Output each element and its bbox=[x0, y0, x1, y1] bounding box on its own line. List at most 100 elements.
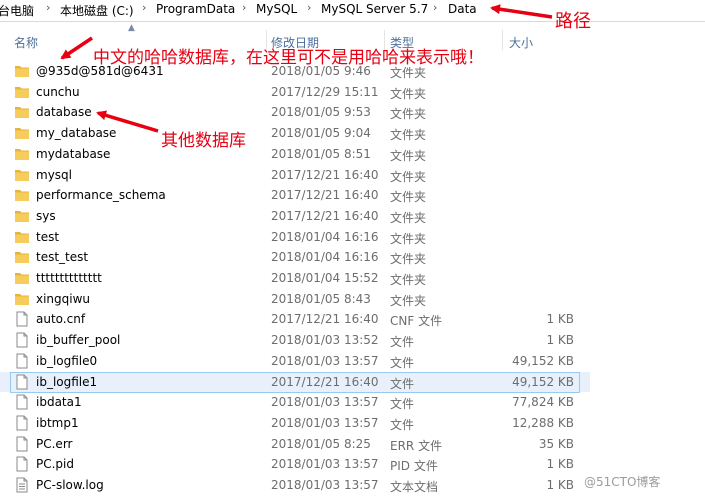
file-row[interactable]: my_database 2018/01/05 9:04 文件夹 bbox=[0, 123, 590, 143]
file-row[interactable]: test 2018/01/04 16:16 文件夹 bbox=[0, 227, 590, 247]
file-icon bbox=[14, 311, 30, 327]
file-row[interactable]: auto.cnf 2017/12/21 16:40 CNF 文件 1 KB bbox=[0, 309, 590, 329]
file-type: 文件夹 bbox=[390, 107, 427, 122]
file-icon bbox=[14, 415, 30, 431]
file-row[interactable]: ib_logfile0 2018/01/03 13:57 文件 49,152 KB bbox=[0, 351, 590, 371]
column-header-name[interactable]: 名称 bbox=[14, 34, 38, 51]
file-icon bbox=[14, 456, 30, 472]
file-type: 文件夹 bbox=[390, 190, 427, 205]
file-name: performance_schema bbox=[36, 188, 166, 203]
file-date: 2018/01/04 16:16 bbox=[271, 250, 379, 265]
file-name: cunchu bbox=[36, 84, 80, 99]
folder-icon bbox=[14, 63, 30, 79]
file-row[interactable]: PC.pid 2018/01/03 13:57 PID 文件 1 KB bbox=[0, 454, 590, 474]
breadcrumb-item-computer[interactable]: 台电脑 bbox=[0, 2, 34, 19]
file-date: 2017/12/21 16:40 bbox=[271, 167, 379, 182]
file-name: PC.err bbox=[36, 436, 73, 451]
file-row[interactable]: PC-slow.log 2018/01/03 13:57 文本文档 1 KB bbox=[0, 475, 590, 495]
file-row[interactable]: mydatabase 2018/01/05 8:51 文件夹 bbox=[0, 144, 590, 164]
folder-icon bbox=[14, 270, 30, 286]
file-type: 文件夹 bbox=[390, 252, 427, 267]
file-row[interactable]: sys 2017/12/21 16:40 文件夹 bbox=[0, 206, 590, 226]
breadcrumb-item-mysql[interactable]: MySQL bbox=[256, 2, 297, 16]
file-size: 77,824 KB bbox=[512, 395, 574, 410]
file-row[interactable]: PC.err 2018/01/05 8:25 ERR 文件 35 KB bbox=[0, 434, 590, 454]
folder-icon bbox=[14, 208, 30, 224]
file-row[interactable]: ibdata1 2018/01/03 13:57 文件 77,824 KB bbox=[0, 392, 590, 412]
file-size: 1 KB bbox=[546, 478, 574, 492]
folder-icon bbox=[14, 249, 30, 265]
file-row[interactable]: test_test 2018/01/04 16:16 文件夹 bbox=[0, 247, 590, 267]
file-name: mysql bbox=[36, 167, 72, 182]
file-type: 文件夹 bbox=[390, 231, 427, 246]
file-name: PC.pid bbox=[36, 457, 74, 472]
file-row[interactable]: mysql 2017/12/21 16:40 文件夹 bbox=[0, 165, 590, 185]
file-size: 1 KB bbox=[546, 312, 574, 327]
file-name: ibtmp1 bbox=[36, 415, 79, 430]
column-header-size[interactable]: 大小 bbox=[509, 34, 533, 51]
file-type: CNF 文件 bbox=[390, 314, 443, 329]
file-date: 2017/12/21 16:40 bbox=[271, 312, 379, 327]
file-row[interactable]: performance_schema 2017/12/21 16:40 文件夹 bbox=[0, 185, 590, 205]
file-date: 2018/01/03 13:57 bbox=[271, 353, 379, 368]
chevron-right-icon[interactable]: › bbox=[142, 1, 146, 14]
breadcrumb-item-local-disk[interactable]: 本地磁盘 (C:) bbox=[60, 2, 134, 19]
file-size: 1 KB bbox=[546, 333, 574, 348]
file-date: 2018/01/04 15:52 bbox=[271, 271, 379, 285]
file-name: PC-slow.log bbox=[36, 478, 104, 492]
file-type: 文件夹 bbox=[390, 128, 427, 143]
chevron-right-icon[interactable]: › bbox=[433, 1, 437, 14]
breadcrumb-item-mysql-server[interactable]: MySQL Server 5.7 bbox=[321, 2, 428, 16]
file-date: 2018/01/03 13:57 bbox=[271, 457, 379, 472]
file-row[interactable]: ib_buffer_pool 2018/01/03 13:52 文件 1 KB bbox=[0, 330, 590, 350]
file-row[interactable]: ibtmp1 2018/01/03 13:57 文件 12,288 KB bbox=[0, 413, 590, 433]
file-type: 文件夹 bbox=[390, 293, 427, 308]
file-icon bbox=[14, 374, 30, 390]
breadcrumb-item-programdata[interactable]: ProgramData bbox=[156, 2, 235, 16]
file-name: ib_logfile0 bbox=[36, 353, 98, 368]
breadcrumb: 台电脑 › 本地磁盘 (C:) › ProgramData › MySQL › … bbox=[0, 0, 705, 22]
folder-icon bbox=[14, 229, 30, 245]
file-name: ibdata1 bbox=[36, 395, 82, 410]
file-date: 2018/01/03 13:57 bbox=[271, 395, 379, 410]
column-divider[interactable] bbox=[502, 30, 503, 50]
file-date: 2018/01/05 9:04 bbox=[271, 126, 371, 141]
folder-icon bbox=[14, 167, 30, 183]
file-icon bbox=[14, 353, 30, 369]
chevron-right-icon[interactable]: › bbox=[242, 1, 246, 14]
file-date: 2017/12/29 15:11 bbox=[271, 84, 379, 99]
sort-ascending-icon: ▲ bbox=[128, 23, 135, 33]
breadcrumb-item-data[interactable]: Data bbox=[448, 2, 477, 16]
file-row-selected[interactable]: ib_logfile1 2017/12/21 16:40 文件 49,152 KB bbox=[0, 371, 590, 393]
chevron-right-icon[interactable]: › bbox=[307, 1, 311, 14]
file-name: my_database bbox=[36, 126, 117, 141]
file-date: 2018/01/05 8:43 bbox=[271, 291, 371, 306]
file-row[interactable]: xingqiwu 2018/01/05 8:43 文件夹 bbox=[0, 289, 590, 309]
file-name: xingqiwu bbox=[36, 291, 91, 306]
folder-icon bbox=[14, 146, 30, 162]
folder-icon bbox=[14, 125, 30, 141]
file-icon bbox=[14, 436, 30, 452]
file-size: 35 KB bbox=[538, 436, 574, 451]
file-type: 文件 bbox=[390, 417, 415, 432]
file-icon bbox=[14, 332, 30, 348]
file-row[interactable]: cunchu 2017/12/29 15:11 文件夹 bbox=[0, 82, 590, 102]
file-type: 文件夹 bbox=[390, 86, 427, 101]
file-date: 2018/01/03 13:57 bbox=[271, 415, 379, 430]
file-row[interactable]: tttttttttttttt 2018/01/04 15:52 文件夹 bbox=[0, 268, 590, 288]
annotation-chinese-db-label: 中文的哈哈数据库，在这里可不是用哈哈来表示哦！ bbox=[93, 48, 484, 68]
folder-icon bbox=[14, 187, 30, 203]
file-name: sys bbox=[36, 208, 56, 223]
file-date: 2017/12/21 16:40 bbox=[271, 188, 379, 203]
file-type: 文件夹 bbox=[390, 273, 427, 287]
file-name: ib_logfile1 bbox=[36, 374, 98, 389]
file-name: database bbox=[36, 105, 92, 120]
file-row[interactable]: database 2018/01/05 9:53 文件夹 bbox=[0, 102, 590, 122]
folder-icon bbox=[14, 84, 30, 100]
file-type: 文件 bbox=[390, 355, 415, 370]
annotation-path-label: 路径 bbox=[555, 11, 591, 32]
chevron-right-icon[interactable]: › bbox=[46, 1, 50, 14]
chinese-db-arrow bbox=[60, 36, 93, 60]
file-type: 文件夹 bbox=[390, 169, 427, 184]
file-name: tttttttttttttt bbox=[36, 271, 102, 285]
